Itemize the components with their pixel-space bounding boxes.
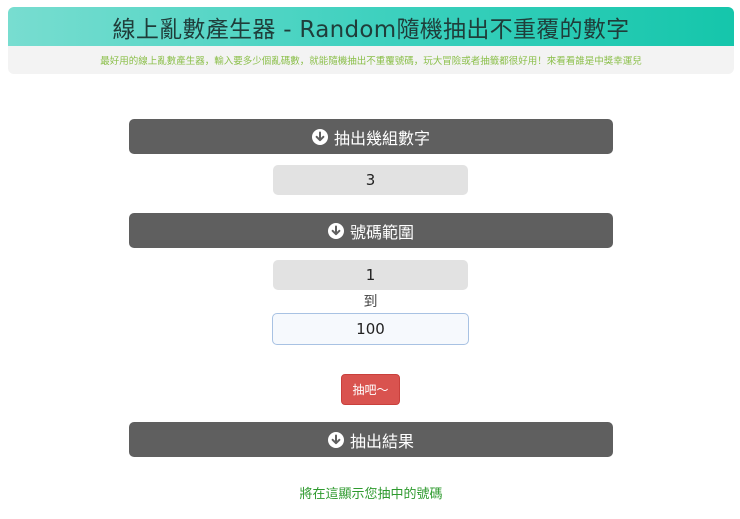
draw-button[interactable]: 抽吧～	[341, 374, 400, 405]
page: 線上亂數產生器 - Random隨機抽出不重覆的數字 最好用的線上亂數產生器，輸…	[0, 0, 740, 519]
arrow-down-circle-icon	[311, 128, 328, 145]
result-section-label: 抽出結果	[349, 431, 414, 451]
arrow-down-circle-icon	[327, 222, 344, 239]
range-to-label: 到	[363, 294, 378, 310]
title-banner: 線上亂數產生器 - Random隨機抽出不重覆的數字	[8, 7, 734, 46]
range-min-field[interactable]: 1	[273, 260, 468, 290]
count-section-header: 抽出幾組數字	[129, 119, 613, 154]
range-max-input[interactable]	[272, 313, 469, 345]
range-section-label: 號碼範圍	[349, 222, 414, 242]
range-section-header: 號碼範圍	[129, 213, 613, 248]
count-field[interactable]: 3	[273, 165, 468, 195]
result-placeholder-text: 將在這顯示您抽中的號碼	[299, 487, 443, 502]
arrow-down-circle-icon	[327, 431, 344, 448]
count-section-label: 抽出幾組數字	[333, 128, 430, 148]
page-title: 線上亂數產生器 - Random隨機抽出不重覆的數字	[112, 16, 630, 43]
result-section-header: 抽出結果	[129, 422, 613, 457]
page-subtitle: 最好用的線上亂數產生器，輸入要多少個亂碼數，就能隨機抽出不重覆號碼，玩大冒險或者…	[100, 56, 642, 67]
subtitle-bar: 最好用的線上亂數產生器，輸入要多少個亂碼數，就能隨機抽出不重覆號碼，玩大冒險或者…	[8, 46, 734, 74]
